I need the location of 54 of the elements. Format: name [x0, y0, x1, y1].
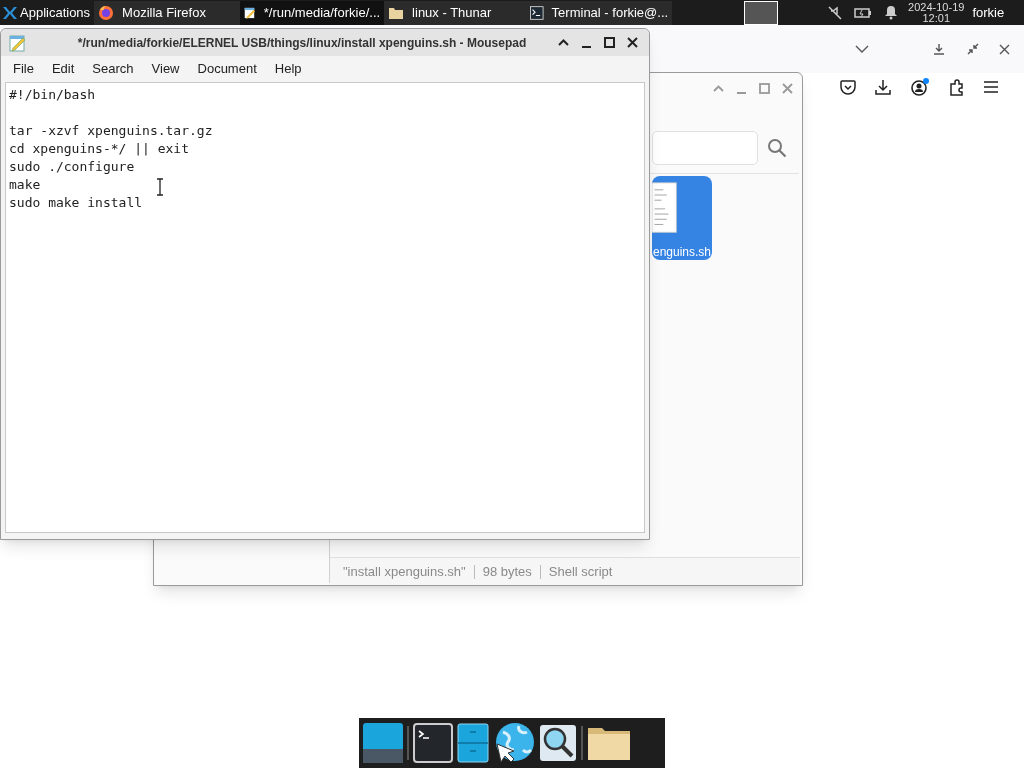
taskbar-button[interactable]: Terminal - forkie@...: [526, 0, 673, 25]
magnifier-icon[interactable]: [539, 724, 577, 762]
clock-date: 2024-10-19: [908, 1, 965, 13]
terminal-icon: [530, 4, 544, 21]
applications-menu[interactable]: Applications: [0, 0, 95, 25]
user-name[interactable]: forkie: [972, 2, 1005, 23]
text-editor-icon: [9, 33, 27, 52]
download-icon[interactable]: [875, 79, 891, 95]
text-area[interactable]: #!/bin/bash tar -xzvf xpenguins.tar.gz cd xpenguins-*/ || exit sudo ./configure make sudo make install: [5, 82, 645, 533]
status-text: "install xpenguins.sh": [343, 562, 466, 581]
minimize-icon[interactable]: [933, 43, 945, 55]
code-line: sudo make install: [9, 194, 143, 212]
account-icon[interactable]: [910, 78, 930, 96]
maximize-icon[interactable]: [603, 36, 616, 49]
search-field[interactable]: [652, 131, 758, 165]
clock-time: 12:01: [922, 12, 950, 24]
menu-item[interactable]: Document: [189, 58, 265, 79]
code-line: make: [9, 176, 41, 194]
file-entry[interactable]: enguins.sh: [652, 176, 712, 260]
app-menu-icon: [2, 4, 18, 21]
workspace-switcher[interactable]: [744, 0, 779, 25]
menu-icon[interactable]: [984, 81, 998, 93]
search-icon[interactable]: [767, 138, 787, 158]
pocket-icon[interactable]: [840, 79, 856, 95]
terminal-icon[interactable]: [413, 723, 453, 763]
code-line: tar -xzvf xpenguins.tar.gz: [9, 122, 213, 140]
menu-item[interactable]: File: [5, 58, 42, 79]
globe-icon[interactable]: [493, 722, 535, 764]
code-line: cd xpenguins-*/ || exit: [9, 140, 189, 158]
firefox-icon: [98, 4, 115, 21]
text-cursor-icon: [156, 178, 164, 196]
status-text: Shell script: [548, 562, 613, 581]
chevron-down-icon[interactable]: [855, 44, 869, 54]
code-line: sudo ./configure: [9, 158, 135, 176]
status-text: 98 bytes: [482, 562, 532, 581]
menu-item[interactable]: Edit: [43, 58, 83, 79]
file-name: enguins.sh: [653, 244, 712, 260]
taskbar-button[interactable]: linux - Thunar: [384, 0, 527, 25]
show-desktop-icon[interactable]: [363, 723, 403, 763]
folder-icon[interactable]: [587, 725, 631, 761]
close-icon[interactable]: [626, 36, 639, 49]
menu-item[interactable]: View: [143, 58, 188, 79]
menu-item[interactable]: Search: [84, 58, 142, 79]
extensions-icon[interactable]: [949, 78, 965, 96]
muted-speaker-icon[interactable]: [828, 5, 843, 20]
close-icon[interactable]: [999, 43, 1010, 55]
window-title: */run/media/forkie/ELERNEL USB/things/linux/install xpenguins.sh - Mousepad: [76, 34, 528, 52]
menu-item[interactable]: Help: [266, 58, 310, 79]
taskbar-button[interactable]: */run/media/forkie/...: [240, 0, 385, 25]
code-line: #!/bin/bash: [9, 86, 96, 104]
taskbar-button[interactable]: Mozilla Firefox: [94, 0, 241, 25]
bell-icon[interactable]: [884, 5, 899, 20]
restore-icon[interactable]: [967, 43, 979, 55]
battery-icon[interactable]: [854, 6, 873, 19]
